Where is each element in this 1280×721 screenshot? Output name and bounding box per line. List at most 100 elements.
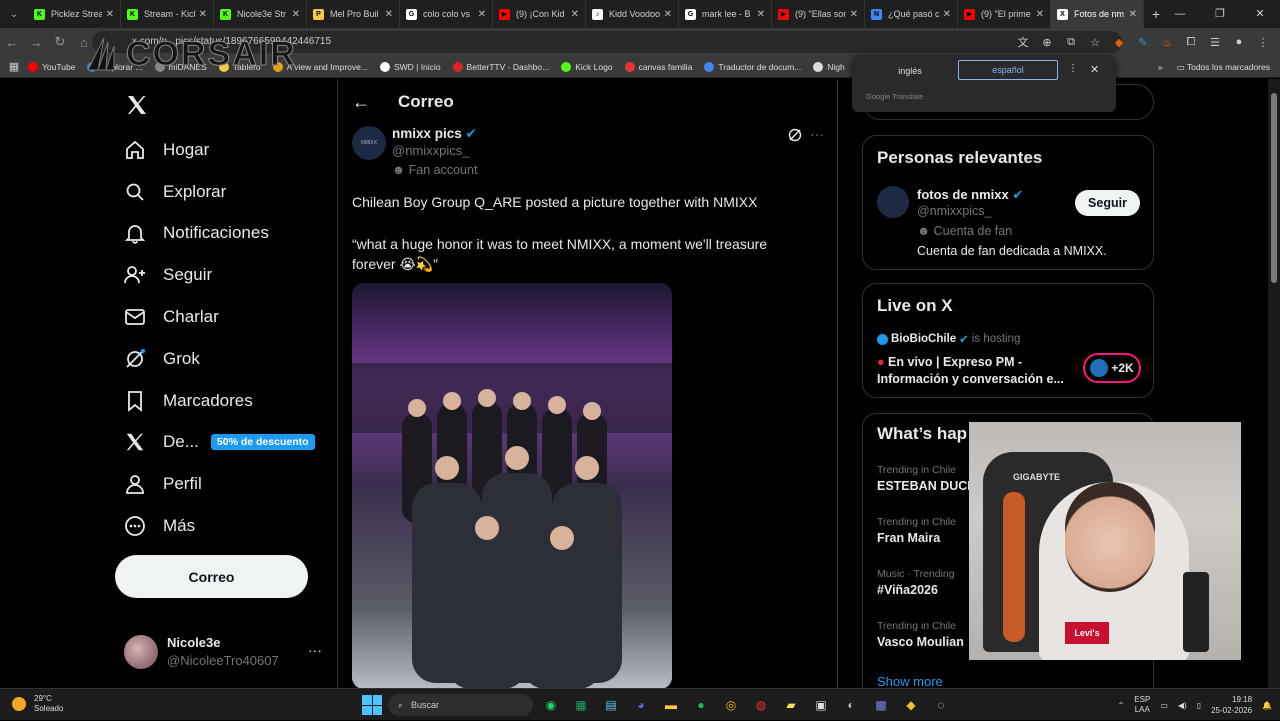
post-button[interactable]: Correo bbox=[115, 555, 308, 598]
sticky-notes-icon[interactable]: ▰ bbox=[779, 694, 803, 716]
trend-item[interactable]: Trending in Chile Fran Maira bbox=[877, 516, 956, 545]
bookmark-item[interactable]: Nigh bbox=[813, 61, 845, 72]
browser-tab[interactable]: K Nicole3e Str ✕ bbox=[214, 0, 307, 28]
windows-start-icon[interactable] bbox=[362, 695, 382, 715]
browser-tab[interactable]: N ¿Qué pasó c ✕ bbox=[865, 0, 958, 28]
tab-search-icon[interactable]: ⌄ bbox=[0, 0, 28, 28]
browser-menu-icon[interactable]: ⋮ bbox=[1254, 33, 1272, 51]
translate-icon[interactable]: 文 bbox=[1014, 33, 1032, 51]
browser-tab[interactable]: Gcolo colo vs ✕ bbox=[400, 0, 493, 28]
bookmarks-overflow-icon[interactable]: » bbox=[1158, 62, 1163, 72]
terminal-icon[interactable]: ▣ bbox=[809, 694, 833, 716]
translate-source-lang[interactable]: inglés bbox=[862, 61, 958, 81]
author-name[interactable]: nmixx pics ✔ bbox=[392, 126, 477, 142]
browser-tab[interactable]: ▶ (9) ¡Con Kid ✕ bbox=[493, 0, 586, 28]
notepad-icon[interactable]: ▤ bbox=[599, 694, 623, 716]
page-scrollbar[interactable] bbox=[1268, 79, 1280, 688]
clock[interactable]: 19:18 25-02-2026 bbox=[1211, 694, 1252, 716]
author-handle[interactable]: @nmixxpics_ bbox=[392, 143, 470, 158]
bookmark-item[interactable]: SWD | Inicio bbox=[379, 61, 441, 72]
author-avatar[interactable]: NMIXX bbox=[352, 126, 386, 160]
bookmark-item[interactable]: Traductor de docum... bbox=[704, 61, 801, 72]
install-icon[interactable]: ⧉ bbox=[1062, 33, 1080, 51]
live-listeners-button[interactable]: +2K bbox=[1083, 353, 1141, 383]
live-title-text[interactable]: ● En vivo | Expreso PM - Información y c… bbox=[877, 354, 1077, 388]
tab-close-icon[interactable]: ✕ bbox=[478, 9, 486, 20]
tab-close-icon[interactable]: ✕ bbox=[1129, 9, 1137, 20]
forward-icon[interactable]: → bbox=[24, 35, 48, 50]
more-dots-icon[interactable]: ··· bbox=[308, 642, 322, 658]
app-yellow-icon[interactable]: ◆ bbox=[899, 694, 923, 716]
app-red-icon[interactable]: ◍ bbox=[749, 694, 773, 716]
all-bookmarks-button[interactable]: ▭ Todos los marcadores bbox=[1177, 62, 1270, 73]
zoom-icon[interactable]: ⊕ bbox=[1038, 33, 1056, 51]
tab-close-icon[interactable]: ✕ bbox=[199, 9, 207, 20]
nav-item[interactable]: Explorar bbox=[124, 175, 226, 209]
teams-icon[interactable]: ▩ bbox=[869, 694, 893, 716]
taskbar-search[interactable]: ⌕ Buscar bbox=[388, 694, 533, 716]
relevant-name[interactable]: fotos de nmixx ✔ bbox=[917, 187, 1023, 203]
nav-item[interactable]: Seguir bbox=[124, 258, 212, 292]
language-indicator[interactable]: ESP LAA bbox=[1134, 695, 1150, 715]
back-arrow-icon[interactable]: ← bbox=[352, 92, 372, 113]
tab-close-icon[interactable]: ✕ bbox=[571, 9, 579, 20]
nav-item[interactable]: Más bbox=[124, 509, 195, 543]
maximize-icon[interactable]: ❐ bbox=[1200, 0, 1240, 28]
nav-item[interactable]: Marcadores bbox=[124, 384, 253, 418]
grok-explain-icon[interactable] bbox=[788, 128, 802, 142]
promo-badge[interactable]: 50% de descuento bbox=[210, 434, 315, 450]
tab-close-icon[interactable]: ✕ bbox=[664, 9, 672, 20]
browser-tab[interactable]: K Picklez Strea ✕ bbox=[28, 0, 121, 28]
discord-icon[interactable]: ◕ bbox=[629, 694, 653, 716]
nav-item[interactable]: Grok bbox=[124, 342, 200, 376]
bookmark-star-icon[interactable]: ☆ bbox=[1086, 33, 1104, 51]
translate-close-icon[interactable]: ✕ bbox=[1090, 63, 1099, 76]
account-switcher[interactable]: Nicole3e @NicoleeTro40607 ··· bbox=[124, 632, 334, 672]
bookmark-item[interactable]: YouTube bbox=[28, 61, 75, 72]
tab-close-icon[interactable]: ✕ bbox=[943, 9, 951, 20]
reading-list-icon[interactable]: ☰ bbox=[1206, 33, 1224, 51]
extension-icon[interactable]: ✎ bbox=[1134, 33, 1152, 51]
whatsapp-icon[interactable]: ◉ bbox=[539, 694, 563, 716]
browser-tab[interactable]: ▶ (9) "El prime ✕ bbox=[958, 0, 1051, 28]
translate-target-lang[interactable]: español bbox=[958, 60, 1058, 80]
notifications-icon[interactable]: 🔔 bbox=[1262, 701, 1272, 710]
trend-item[interactable]: Trending in Chile Vasco Moulian bbox=[877, 620, 964, 649]
trend-item[interactable]: Music · Trending #Viña2026 bbox=[877, 568, 955, 597]
tray-overflow-icon[interactable]: ⌃ bbox=[1118, 701, 1125, 710]
relevant-avatar[interactable] bbox=[877, 186, 909, 218]
bookmark-item[interactable]: canvas familia bbox=[624, 61, 692, 72]
show-more-link[interactable]: Show more bbox=[877, 674, 943, 688]
excel-icon[interactable]: ▦ bbox=[569, 694, 593, 716]
browser-tab[interactable]: P Mel Pro Buil ✕ bbox=[307, 0, 400, 28]
relevant-handle[interactable]: @nmixxpics_ bbox=[917, 204, 992, 218]
bookmark-item[interactable]: BetterTTV - Dashbo... bbox=[452, 61, 549, 72]
nav-item[interactable]: Charlar bbox=[124, 300, 219, 334]
minimize-icon[interactable]: — bbox=[1160, 0, 1200, 28]
tab-close-icon[interactable]: ✕ bbox=[757, 9, 765, 20]
trend-item[interactable]: Trending in Chile ESTEBAN DUCH bbox=[877, 464, 976, 493]
post-image[interactable] bbox=[352, 283, 672, 688]
tab-close-icon[interactable]: ✕ bbox=[292, 9, 300, 20]
nav-item[interactable]: Perfil bbox=[124, 467, 202, 501]
scrollbar-thumb[interactable] bbox=[1271, 93, 1277, 283]
live-host[interactable]: BioBioChile ✔ is hosting bbox=[877, 332, 1020, 346]
back-icon[interactable]: ← bbox=[0, 35, 24, 50]
follow-button[interactable]: Seguir bbox=[1075, 190, 1140, 216]
obs-icon[interactable]: ◌ bbox=[929, 694, 953, 716]
profile-avatar-icon[interactable]: ● bbox=[1230, 33, 1248, 51]
file-explorer-icon[interactable]: ▬ bbox=[659, 694, 683, 716]
tab-close-icon[interactable]: ✕ bbox=[1036, 9, 1044, 20]
nav-item[interactable]: Notificaciones bbox=[124, 216, 269, 250]
volume-icon[interactable]: ◀) bbox=[1178, 701, 1187, 710]
nav-item[interactable]: Hogar bbox=[124, 133, 209, 167]
tab-close-icon[interactable]: ✕ bbox=[850, 9, 858, 20]
translate-menu-icon[interactable]: ⋮ bbox=[1068, 63, 1078, 74]
battery-icon[interactable]: ▯ bbox=[1197, 701, 1201, 710]
extension-fox-icon[interactable]: ◆ bbox=[1110, 33, 1128, 51]
extension-fire-icon[interactable]: ♨ bbox=[1158, 33, 1176, 51]
browser-tab[interactable]: Gmark lee - B ✕ bbox=[679, 0, 772, 28]
tab-close-icon[interactable]: ✕ bbox=[106, 9, 114, 20]
steam-icon[interactable]: ◐ bbox=[839, 694, 863, 716]
bookmark-item[interactable]: Kick Logo bbox=[561, 61, 613, 72]
